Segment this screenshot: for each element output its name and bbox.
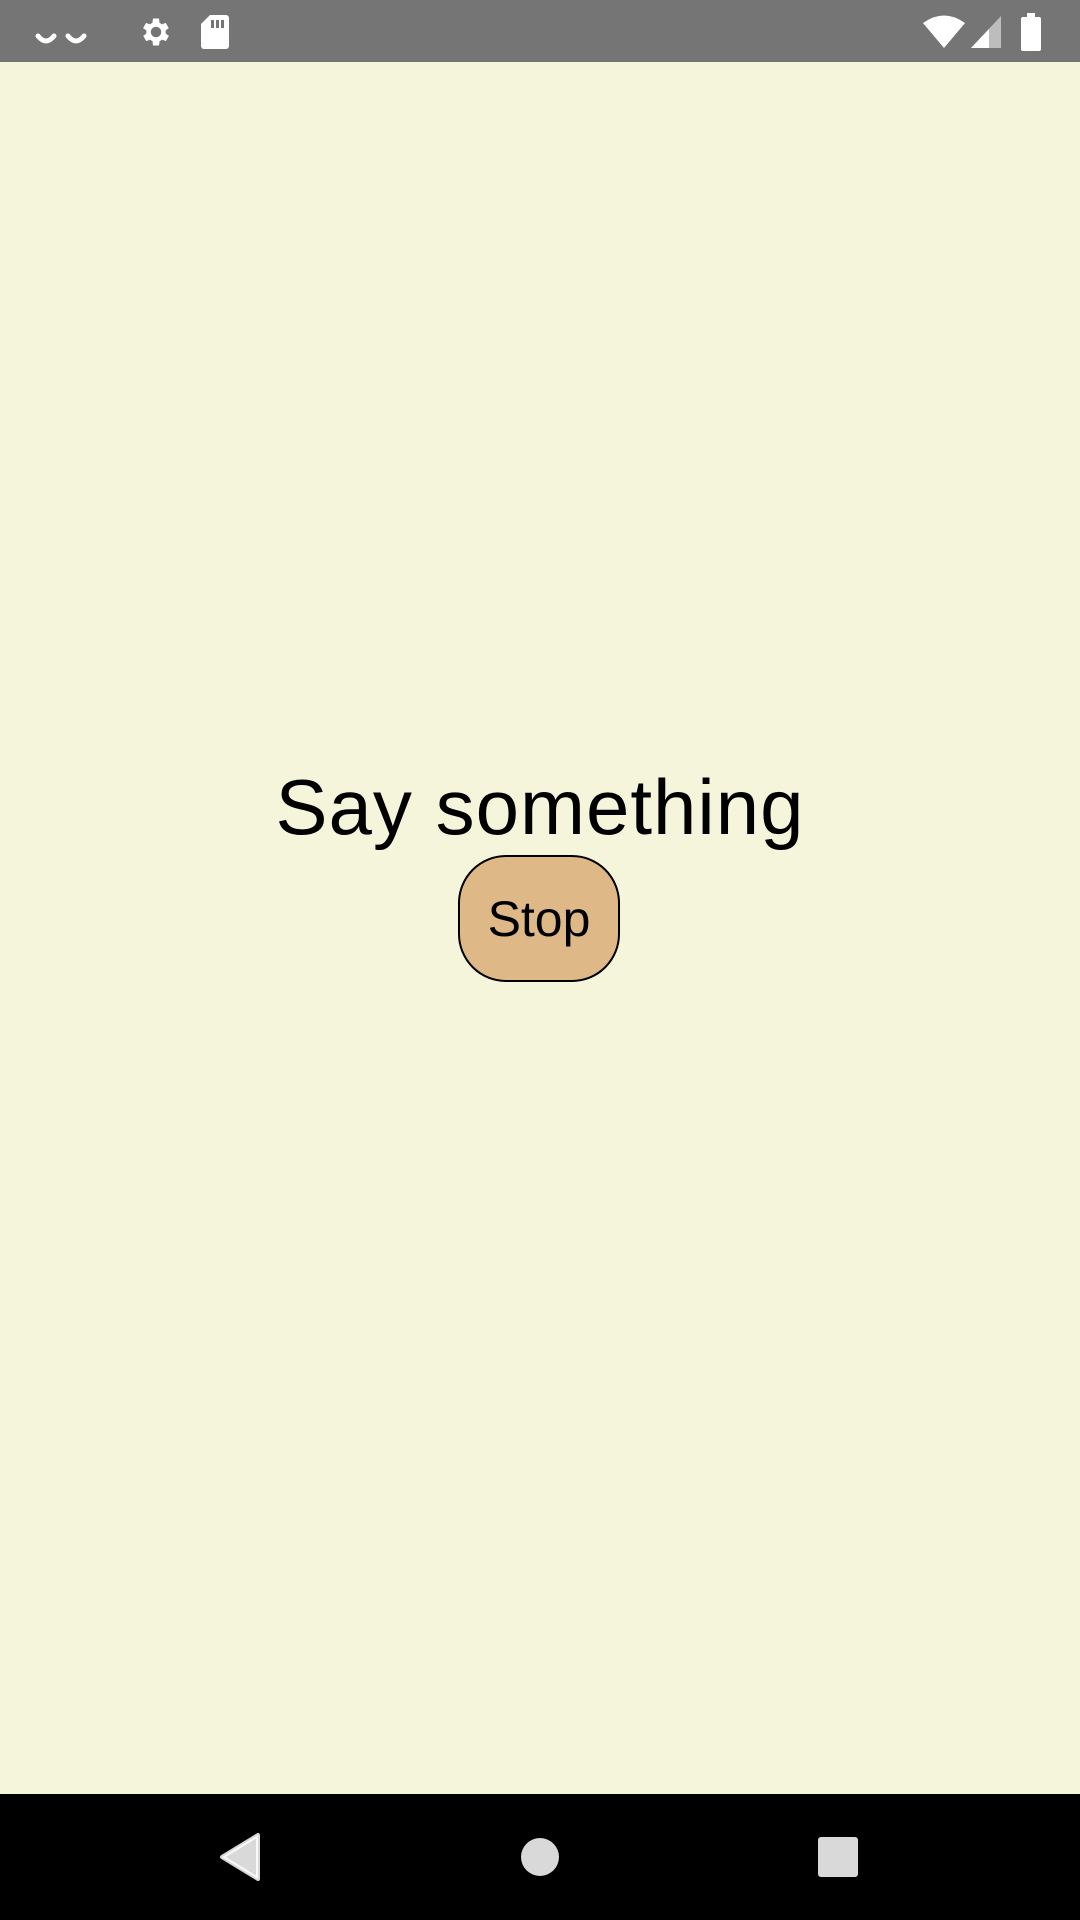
status-bar xyxy=(0,0,1080,62)
back-button[interactable] xyxy=(170,1794,310,1920)
screen: Say something Stop xyxy=(0,0,1080,1920)
navigation-bar xyxy=(0,1794,1080,1920)
wifi-icon xyxy=(922,12,966,52)
notification-dots-icon xyxy=(30,18,92,48)
settings-gear-icon xyxy=(136,12,176,52)
home-button[interactable] xyxy=(470,1794,610,1920)
prompt-text: Say something xyxy=(275,763,805,851)
main-content: Say something Stop xyxy=(0,62,1080,1794)
stop-button[interactable]: Stop xyxy=(458,855,620,982)
back-icon xyxy=(220,1833,260,1881)
cell-signal-icon xyxy=(968,12,1004,52)
recents-icon xyxy=(818,1837,858,1877)
battery-icon xyxy=(1018,10,1044,54)
recents-button[interactable] xyxy=(768,1794,908,1920)
sd-card-icon xyxy=(198,12,232,52)
home-icon xyxy=(521,1838,559,1876)
